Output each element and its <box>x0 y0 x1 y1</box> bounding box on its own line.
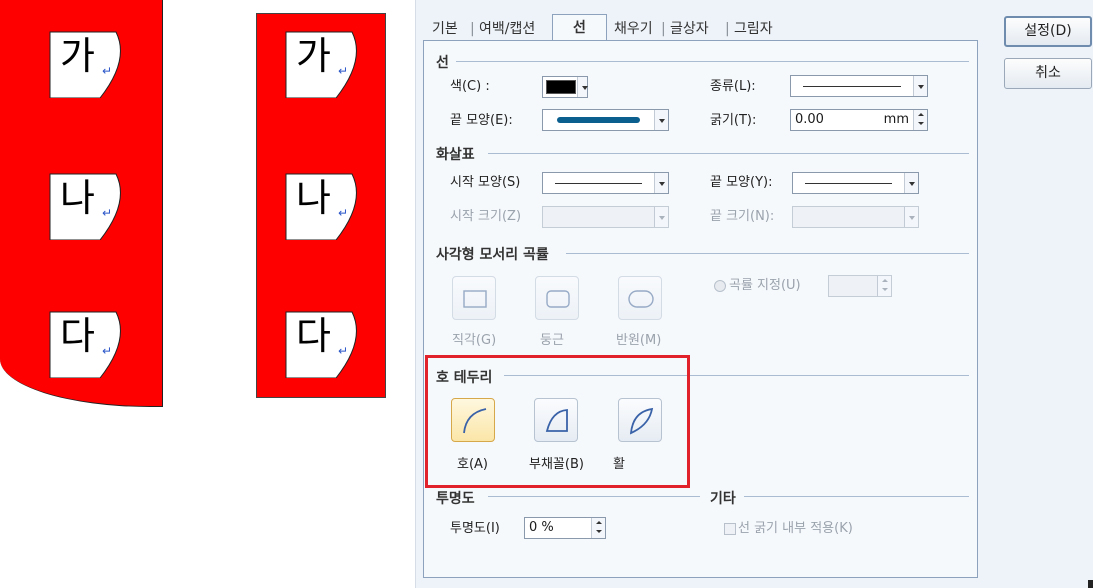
tab-separator: | <box>661 21 666 37</box>
custom-curvature-radio[interactable] <box>714 280 726 292</box>
spin-arrows-icon[interactable] <box>877 276 891 296</box>
inner-thickness-label: 선 굵기 내부 적용(K) <box>738 521 853 536</box>
paragraph-return-icon: ↵ <box>338 344 349 358</box>
color-swatch <box>546 80 576 94</box>
divider <box>456 61 969 62</box>
corner-semicircle-button[interactable] <box>618 276 662 320</box>
canvas-item-da-left[interactable]: 다 ↵ <box>26 308 128 378</box>
highlight-box <box>425 355 690 488</box>
line-sample <box>803 86 901 87</box>
chevron-down-icon[interactable] <box>654 110 668 130</box>
tab-fill[interactable]: 채우기 <box>614 18 653 40</box>
chevron-down-icon[interactable] <box>654 207 668 227</box>
cancel-button[interactable]: 취소 <box>1004 58 1092 89</box>
start-shape-label: 시작 모양(S) <box>450 175 521 190</box>
chevron-down-icon[interactable] <box>904 173 918 193</box>
transparency-value: 0 % <box>529 520 554 535</box>
tab-separator: | <box>470 21 475 37</box>
arrow-section-title: 화살표 <box>436 147 475 163</box>
document-canvas: 가 ↵ 나 ↵ 다 ↵ 가 ↵ 나 ↵ 다 ↵ <box>0 0 415 588</box>
tab-basic[interactable]: 기본 <box>432 18 458 40</box>
paragraph-return-icon: ↵ <box>338 64 349 78</box>
etc-section-title: 기타 <box>710 491 736 507</box>
chevron-down-icon[interactable] <box>577 77 588 97</box>
custom-curvature-label: 곡률 지정(U) <box>729 278 801 293</box>
spin-arrows-icon[interactable] <box>913 110 927 130</box>
canvas-item-ga-right[interactable]: 가 ↵ <box>262 28 364 98</box>
resize-grip[interactable] <box>1088 580 1093 588</box>
tab-textbox[interactable]: 글상자 <box>670 18 709 40</box>
divider <box>744 496 969 497</box>
square-corner-icon <box>463 290 487 308</box>
start-shape-select[interactable] <box>542 172 669 194</box>
corner-semicircle-label: 반원(M) <box>616 333 662 348</box>
tab-separator: | <box>725 21 730 37</box>
corner-rounded-button[interactable] <box>535 276 579 320</box>
paragraph-return-icon: ↵ <box>338 206 349 220</box>
curvature-spinner[interactable] <box>828 275 892 297</box>
corner-square-label: 직각(G) <box>452 333 497 348</box>
transparency-spinner[interactable]: 0 % <box>524 517 606 539</box>
paragraph-return-icon: ↵ <box>102 344 113 358</box>
tab-margin-caption[interactable]: 여백/캡션 <box>479 18 535 40</box>
line-color-picker[interactable] <box>542 76 588 98</box>
chevron-down-icon[interactable] <box>913 76 927 96</box>
arrow-end-shape-label: 끝 모양(Y): <box>710 175 773 190</box>
line-type-select[interactable] <box>790 75 928 97</box>
canvas-item-ga-left[interactable]: 가 ↵ <box>26 28 128 98</box>
line-sample <box>557 117 640 123</box>
rounded-corner-icon <box>546 290 570 308</box>
line-type-label: 종류(L): <box>710 79 756 94</box>
canvas-item-da-right[interactable]: 다 ↵ <box>262 308 364 378</box>
line-sample <box>555 183 642 184</box>
corner-square-button[interactable] <box>452 276 496 320</box>
hangul-glyph: 가 <box>60 34 95 78</box>
start-size-select[interactable] <box>542 206 669 228</box>
divider <box>488 496 700 497</box>
thickness-value: 0.00 <box>795 112 824 127</box>
tab-bar: 기본 | 여백/캡션 선 채우기 | 글상자 | 그림자 <box>416 14 976 42</box>
tab-line[interactable]: 선 <box>552 14 607 42</box>
transparency-section-title: 투명도 <box>436 491 475 507</box>
spin-arrows-icon[interactable] <box>591 518 605 538</box>
end-size-select[interactable] <box>792 206 919 228</box>
chevron-down-icon[interactable] <box>654 173 668 193</box>
hangul-glyph: 가 <box>296 34 331 78</box>
corner-rounded-label: 둥근 <box>540 333 564 348</box>
corner-section-title: 사각형 모서리 곡률 <box>436 247 549 263</box>
divider <box>488 153 969 154</box>
line-color-label: 색(C) : <box>450 79 490 94</box>
end-shape-label: 끝 모양(E): <box>450 113 513 128</box>
paragraph-return-icon: ↵ <box>102 64 113 78</box>
tab-shadow[interactable]: 그림자 <box>734 18 773 40</box>
thickness-label: 굵기(T): <box>710 113 757 128</box>
object-properties-dialog: 기본 | 여백/캡션 선 채우기 | 글상자 | 그림자 설정(D) 취소 선 … <box>415 0 1093 588</box>
semicircle-corner-icon <box>628 290 654 308</box>
inner-thickness-checkbox[interactable] <box>724 523 736 535</box>
end-size-label: 끝 크기(N): <box>710 209 775 224</box>
paragraph-return-icon: ↵ <box>102 206 113 220</box>
ok-button[interactable]: 설정(D) <box>1004 16 1092 47</box>
divider <box>566 253 969 254</box>
line-sample <box>805 183 892 184</box>
hangul-glyph: 다 <box>60 314 95 358</box>
line-section-title: 선 <box>436 55 449 71</box>
hangul-glyph: 다 <box>296 314 331 358</box>
thickness-spinner[interactable]: 0.00 mm <box>790 109 928 131</box>
chevron-down-icon[interactable] <box>904 207 918 227</box>
start-size-label: 시작 크기(Z) <box>450 209 522 224</box>
canvas-item-na-right[interactable]: 나 ↵ <box>262 170 364 240</box>
transparency-label: 투명도(I) <box>450 521 500 536</box>
canvas-item-na-left[interactable]: 나 ↵ <box>26 170 128 240</box>
thickness-unit: mm <box>883 112 909 127</box>
hangul-glyph: 나 <box>296 176 331 220</box>
arrow-end-shape-select[interactable] <box>792 172 919 194</box>
hangul-glyph: 나 <box>60 176 95 220</box>
end-shape-select[interactable] <box>542 109 669 131</box>
